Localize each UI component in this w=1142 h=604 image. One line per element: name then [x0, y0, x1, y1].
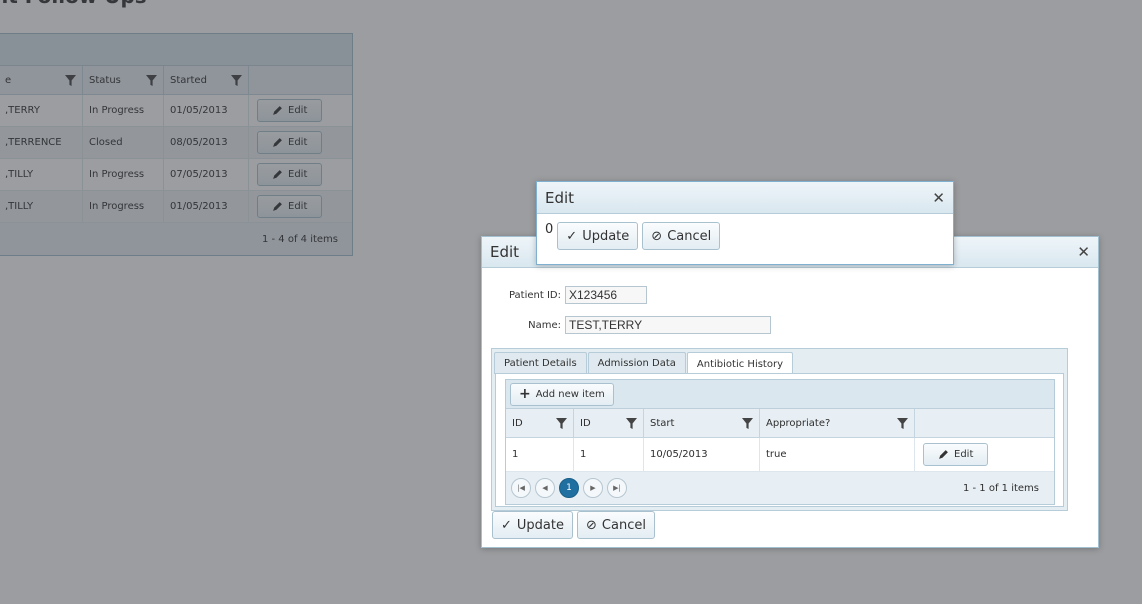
- update-button-label: Update: [516, 517, 564, 533]
- patient-id-field[interactable]: [565, 286, 647, 304]
- column-header-label: Start: [650, 417, 675, 429]
- checkmark-icon: ✓: [566, 228, 578, 244]
- current-page[interactable]: 1: [559, 478, 579, 498]
- filter-icon[interactable]: [742, 417, 753, 429]
- pager-info: 1 - 1 of 1 items: [962, 482, 1039, 494]
- column-header-label: ID: [512, 417, 523, 429]
- table-row: 1 1 10/05/2013 true Edit: [506, 438, 1054, 472]
- column-header-actions: [915, 409, 1054, 437]
- add-new-item-button[interactable]: + Add new item: [510, 382, 614, 406]
- cell-id-2: 1: [574, 438, 644, 471]
- plus-icon: +: [519, 386, 531, 402]
- grid-toolbar: + Add new item: [506, 380, 1054, 409]
- first-page-icon[interactable]: |◀: [511, 478, 531, 498]
- column-header-id[interactable]: ID: [506, 409, 574, 437]
- antibiotic-grid: + Add new item ID ID Start Appropriate? …: [505, 379, 1055, 505]
- update-button[interactable]: ✓ Update: [557, 222, 639, 250]
- cancel-button[interactable]: ⊘ Cancel: [577, 511, 655, 539]
- column-header-label: Appropriate?: [766, 417, 831, 429]
- next-page-icon[interactable]: ▶: [583, 478, 603, 498]
- tabstrip: Patient Details Admission Data Antibioti…: [491, 348, 1068, 511]
- tab-patient-details[interactable]: Patient Details: [494, 352, 587, 374]
- cell-appropriate: true: [760, 438, 915, 471]
- grid-header: ID ID Start Appropriate?: [506, 409, 1054, 438]
- checkmark-icon: ✓: [501, 517, 512, 533]
- column-header-id-2[interactable]: ID: [574, 409, 644, 437]
- cancel-icon: ⊘: [651, 228, 663, 244]
- filter-icon[interactable]: [556, 417, 567, 429]
- patient-id-row: Patient ID:: [482, 286, 647, 304]
- edit-dialog: Edit ✕ 0 ✓ Update ⊘ Cancel: [536, 181, 954, 265]
- cell-id: 1: [506, 438, 574, 471]
- window-title: Edit: [490, 243, 520, 261]
- patient-id-label: Patient ID:: [508, 289, 561, 301]
- cell-start: 10/05/2013: [644, 438, 760, 471]
- update-button-label: Update: [582, 228, 630, 244]
- edit-button-label: Edit: [954, 449, 974, 460]
- dialog-titlebar[interactable]: Edit ✕: [537, 182, 953, 214]
- column-header-appropriate[interactable]: Appropriate?: [760, 409, 915, 437]
- cancel-button[interactable]: ⊘ Cancel: [642, 222, 721, 250]
- add-new-item-label: Add new item: [535, 388, 605, 400]
- dialog-title: Edit: [545, 188, 575, 207]
- tab-admission-data[interactable]: Admission Data: [587, 352, 686, 374]
- cell-actions: Edit: [915, 438, 1054, 471]
- window-actions: ✓ Update ⊘ Cancel: [492, 511, 655, 539]
- column-header-label: ID: [580, 417, 591, 429]
- cancel-icon: ⊘: [586, 517, 597, 533]
- dialog-body: 0 ✓ Update ⊘ Cancel: [545, 222, 721, 250]
- close-icon[interactable]: ✕: [932, 189, 945, 207]
- tab-list: Patient Details Admission Data Antibioti…: [492, 349, 1067, 375]
- cancel-button-label: Cancel: [601, 517, 646, 533]
- name-field[interactable]: [565, 316, 771, 334]
- column-header-start[interactable]: Start: [644, 409, 760, 437]
- pencil-icon: [939, 450, 948, 459]
- last-page-icon[interactable]: ▶|: [607, 478, 627, 498]
- dialog-value: 0: [545, 222, 554, 237]
- update-button[interactable]: ✓ Update: [492, 511, 573, 539]
- tab-content: + Add new item ID ID Start Appropriate? …: [495, 373, 1064, 507]
- name-row: Name:: [482, 316, 771, 334]
- cancel-button-label: Cancel: [667, 228, 712, 244]
- name-label: Name:: [528, 319, 561, 331]
- prev-page-icon[interactable]: ◀: [535, 478, 555, 498]
- filter-icon[interactable]: [626, 417, 637, 429]
- patient-edit-window: Edit ✕ Patient ID: Name: Patient Details…: [481, 236, 1099, 548]
- filter-icon[interactable]: [897, 417, 908, 429]
- tab-antibiotic-history[interactable]: Antibiotic History: [686, 352, 793, 375]
- edit-button[interactable]: Edit: [923, 443, 989, 466]
- pager: |◀ ◀ 1 ▶ ▶| 1 - 1 of 1 items: [506, 472, 1054, 504]
- close-icon[interactable]: ✕: [1077, 243, 1090, 261]
